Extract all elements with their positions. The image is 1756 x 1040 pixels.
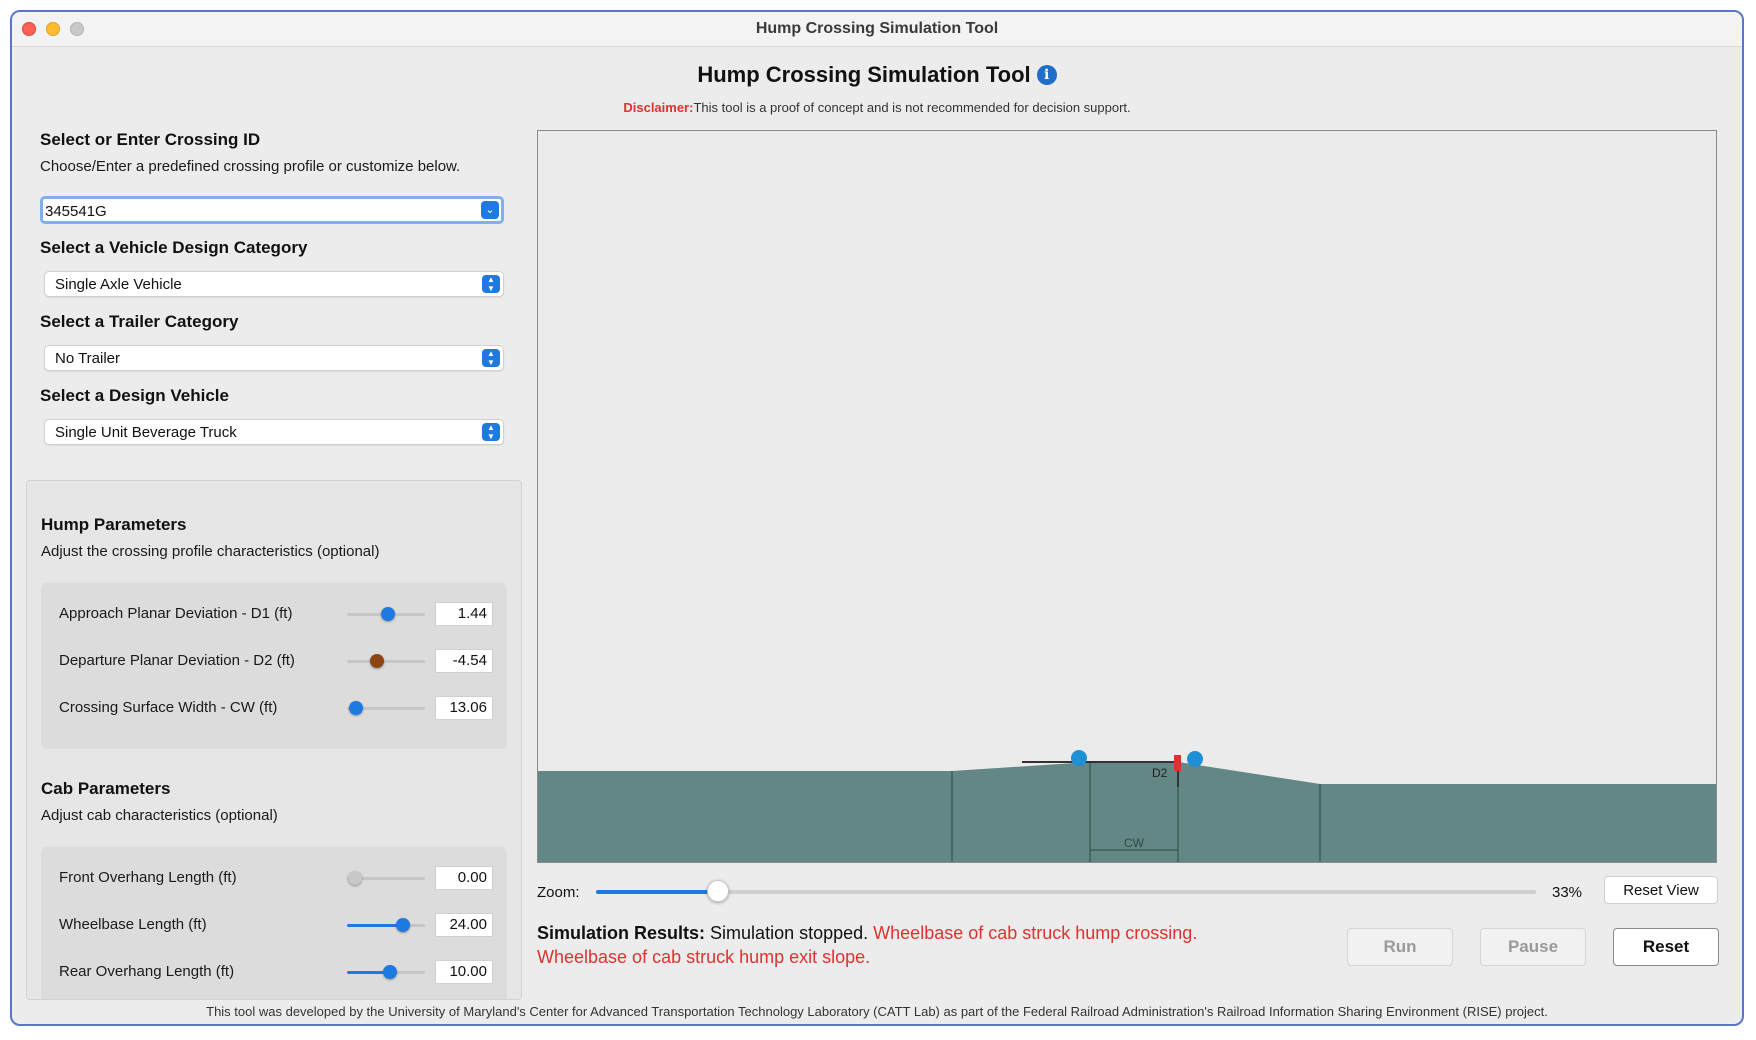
parameters-panel[interactable]: Hump Parameters Adjust the crossing prof…: [26, 480, 522, 1000]
disclaimer: Disclaimer:This tool is a proof of conce…: [12, 100, 1742, 115]
minimize-window-button[interactable]: [46, 22, 60, 36]
results-status: Simulation stopped.: [710, 923, 869, 943]
design-vehicle-title: Select a Design Vehicle: [40, 386, 229, 405]
d2-value-field[interactable]: -4.54: [435, 649, 493, 673]
zoom-label: Zoom:: [537, 884, 580, 901]
close-window-button[interactable]: [22, 22, 36, 36]
window-title: Hump Crossing Simulation Tool: [755, 20, 999, 37]
trailer-category-title: Select a Trailer Category: [40, 312, 239, 331]
cw-label: CW: [1124, 836, 1145, 850]
zoom-window-button[interactable]: [70, 22, 84, 36]
results-error-1: Wheelbase of cab struck hump crossing.: [873, 923, 1198, 943]
up-down-chevron-icon: ▲ ▼: [482, 275, 500, 293]
d2-label: D2: [1152, 766, 1168, 780]
trailer-category-select[interactable]: No Trailer ▲ ▼: [44, 345, 504, 371]
front-overhang-slider[interactable]: [347, 871, 425, 885]
zoom-slider[interactable]: [596, 880, 1536, 902]
vehicle-category-value: Single Axle Vehicle: [55, 276, 182, 293]
rear-overhang-slider[interactable]: [347, 965, 425, 979]
slider-knob[interactable]: [380, 607, 395, 621]
slider-knob[interactable]: [349, 701, 364, 715]
vehicle-category-title: Select a Vehicle Design Category: [40, 238, 308, 257]
disclaimer-label: Disclaimer:: [623, 100, 694, 115]
slider-knob[interactable]: [396, 918, 411, 932]
crossing-profile-drawing: CW D2: [538, 750, 1716, 862]
collision-marker: [1174, 755, 1181, 771]
simulation-results: Simulation Results: Simulation stopped. …: [537, 921, 1297, 969]
d1-value-field[interactable]: 1.44: [435, 602, 493, 626]
page-title-text: Hump Crossing Simulation Tool: [697, 62, 1031, 87]
page-title: Hump Crossing Simulation Tool i: [12, 62, 1742, 88]
slider-knob[interactable]: [382, 965, 397, 979]
rear-overhang-value-field[interactable]: 10.00: [435, 960, 493, 984]
reset-button[interactable]: Reset: [1613, 928, 1719, 966]
hump-parameters-group: Approach Planar Deviation - D1 (ft) 1.44…: [41, 583, 507, 749]
wheelbase-slider[interactable]: [347, 918, 425, 932]
param-row-d2: Departure Planar Deviation - D2 (ft) -4.…: [41, 646, 507, 676]
results-error-2: Wheelbase of cab struck hump exit slope.: [537, 947, 871, 967]
footer-credit: This tool was developed by the Universit…: [206, 1004, 1548, 1019]
d1-slider[interactable]: [347, 607, 425, 621]
design-vehicle-value: Single Unit Beverage Truck: [55, 424, 237, 441]
param-label: Departure Planar Deviation - D2 (ft): [59, 652, 295, 669]
simulation-canvas[interactable]: CW D2: [537, 130, 1717, 863]
rear-wheel: [1187, 751, 1203, 767]
zoom-slider-knob[interactable]: [707, 880, 730, 902]
title-bar: Hump Crossing Simulation Tool: [12, 12, 1742, 47]
pause-button[interactable]: Pause: [1480, 928, 1586, 966]
run-button[interactable]: Run: [1347, 928, 1453, 966]
cab-parameters-group: Front Overhang Length (ft) 0.00 Wheelbas…: [41, 847, 507, 999]
param-row-wheelbase: Wheelbase Length (ft) 24.00: [41, 910, 507, 940]
slider-fill: [347, 924, 404, 927]
param-label: Wheelbase Length (ft): [59, 916, 207, 933]
trailer-category-value: No Trailer: [55, 350, 121, 367]
crossing-id-description: Choose/Enter a predefined crossing profi…: [40, 158, 461, 175]
up-down-chevron-icon: ▲ ▼: [482, 423, 500, 441]
hump-parameters-title: Hump Parameters: [41, 515, 187, 534]
zoom-percentage: 33%: [1552, 884, 1583, 901]
zoom-slider-fill: [596, 890, 719, 894]
reset-view-button[interactable]: Reset View: [1604, 876, 1718, 904]
hump-parameters-description: Adjust the crossing profile characterist…: [41, 543, 380, 560]
info-icon[interactable]: i: [1036, 65, 1057, 85]
design-vehicle-select[interactable]: Single Unit Beverage Truck ▲ ▼: [44, 419, 504, 445]
crossing-id-title: Select or Enter Crossing ID: [40, 130, 261, 149]
crossing-id-combobox[interactable]: ⌄: [40, 196, 504, 224]
cw-value-field[interactable]: 13.06: [435, 696, 493, 720]
cab-parameters-description: Adjust cab characteristics (optional): [41, 807, 278, 824]
crossing-id-input[interactable]: [45, 201, 465, 221]
param-row-front-overhang: Front Overhang Length (ft) 0.00: [41, 863, 507, 893]
wheelbase-value-field[interactable]: 24.00: [435, 913, 493, 937]
param-label: Crossing Surface Width - CW (ft): [59, 699, 278, 716]
app-window: Hump Crossing Simulation Tool Hump Cross…: [10, 10, 1744, 1026]
cab-parameters-title: Cab Parameters: [41, 779, 171, 798]
param-row-d1: Approach Planar Deviation - D1 (ft) 1.44: [41, 599, 507, 629]
cw-slider[interactable]: [347, 701, 425, 715]
slider-knob[interactable]: [347, 871, 362, 885]
param-row-cw: Crossing Surface Width - CW (ft) 13.06: [41, 693, 507, 723]
param-label: Rear Overhang Length (ft): [59, 963, 235, 980]
front-overhang-value-field[interactable]: 0.00: [435, 866, 493, 890]
param-label: Front Overhang Length (ft): [59, 869, 237, 886]
up-down-chevron-icon: ▲ ▼: [482, 349, 500, 367]
d2-slider[interactable]: [347, 654, 425, 668]
vehicle-category-select[interactable]: Single Axle Vehicle ▲ ▼: [44, 271, 504, 297]
chevron-down-icon[interactable]: ⌄: [481, 201, 499, 219]
results-label: Simulation Results:: [537, 923, 706, 943]
disclaimer-text: This tool is a proof of concept and is n…: [693, 100, 1131, 115]
front-wheel: [1071, 750, 1087, 766]
param-label: Approach Planar Deviation - D1 (ft): [59, 605, 293, 622]
param-row-rear-overhang: Rear Overhang Length (ft) 10.00: [41, 957, 507, 987]
slider-knob[interactable]: [369, 654, 384, 668]
